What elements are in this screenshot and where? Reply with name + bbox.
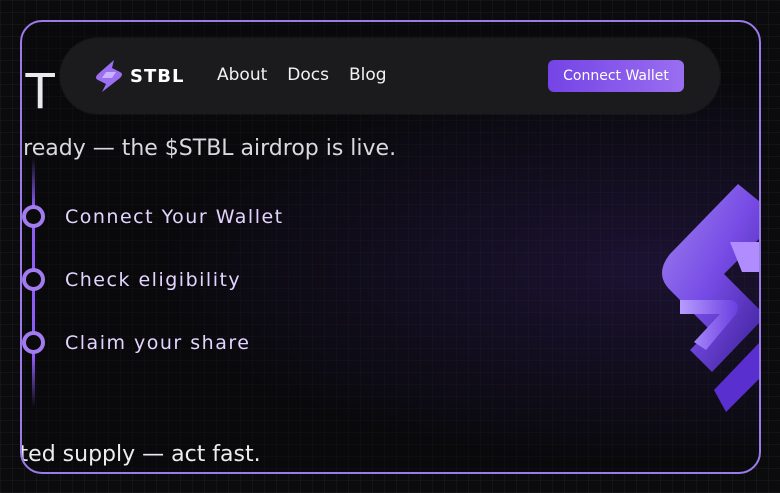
hero-subtitle: et ready — the $STBL airdrop is live. xyxy=(20,136,397,161)
step-dot xyxy=(22,268,45,291)
logo[interactable]: STBL xyxy=(94,60,184,92)
top-navbar: STBL About Docs Blog Connect Wallet xyxy=(60,38,720,114)
step-claim-share: Claim your share xyxy=(22,331,250,354)
3d-bolt-logo-icon xyxy=(662,184,759,412)
nav-link-about[interactable]: About xyxy=(217,65,267,85)
step-label: Check eligibility xyxy=(65,268,242,291)
hero-bottom-text: mited supply — act fast. xyxy=(20,442,261,467)
connect-wallet-button[interactable]: Connect Wallet xyxy=(548,60,684,92)
stbl-bolt-icon xyxy=(96,60,122,92)
step-connect-wallet: Connect Your Wallet xyxy=(22,205,284,228)
hero-title: ST xyxy=(22,64,56,120)
nav-links: About Docs Blog xyxy=(217,65,407,85)
nav-link-docs[interactable]: Docs xyxy=(287,65,329,85)
step-dot xyxy=(22,331,45,354)
step-dot xyxy=(22,205,45,228)
logo-text: STBL xyxy=(130,65,185,87)
step-label: Claim your share xyxy=(65,331,251,354)
step-check-eligibility: Check eligibility xyxy=(22,268,241,291)
nav-link-blog[interactable]: Blog xyxy=(349,65,387,85)
step-label: Connect Your Wallet xyxy=(65,205,284,228)
